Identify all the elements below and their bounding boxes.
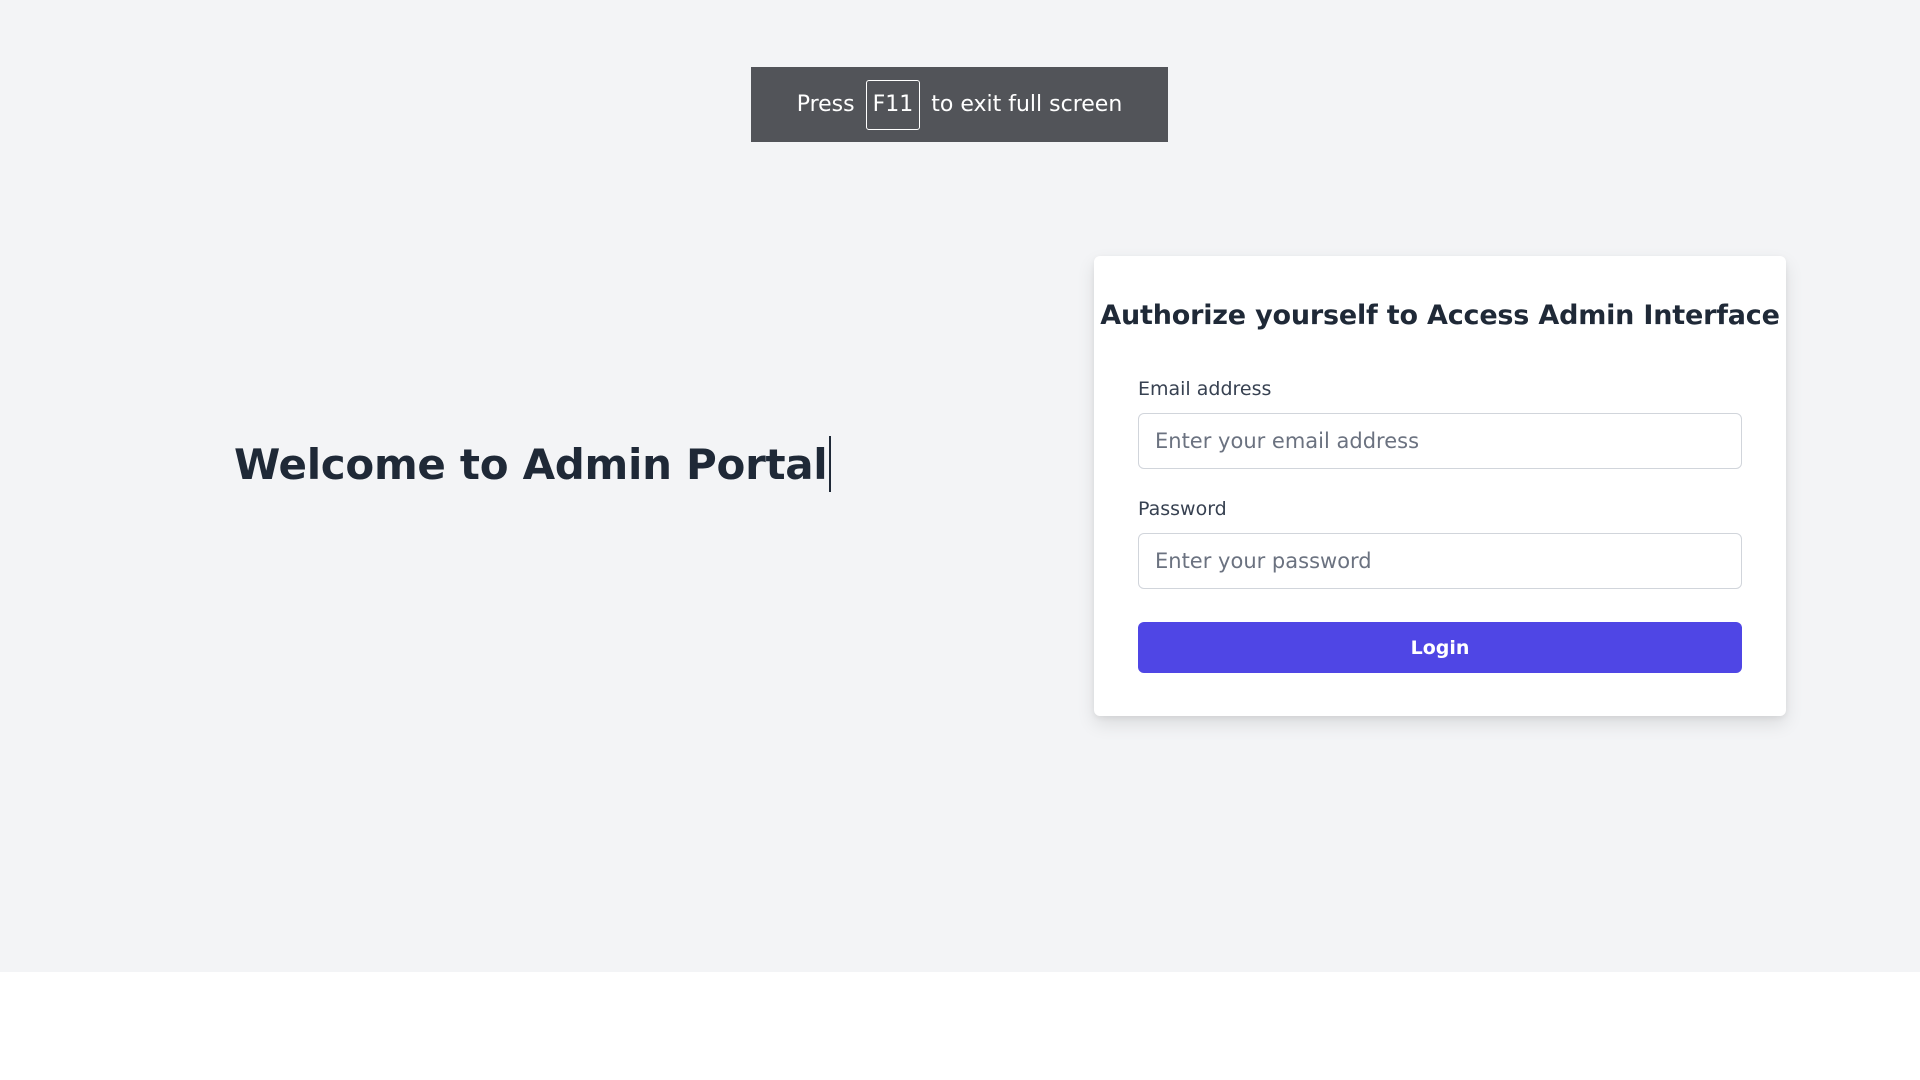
text-caret bbox=[829, 436, 832, 492]
fullscreen-exit-notice: Press F11 to exit full screen bbox=[751, 67, 1168, 142]
login-card: Authorize yourself to Access Admin Inter… bbox=[1094, 256, 1786, 716]
fullscreen-notice-suffix: to exit full screen bbox=[931, 92, 1123, 117]
fullscreen-notice-prefix: Press bbox=[796, 92, 855, 117]
email-label: Email address bbox=[1138, 378, 1272, 400]
page: Press F11 to exit full screen Welcome to… bbox=[0, 0, 1920, 1080]
email-input[interactable] bbox=[1138, 413, 1742, 469]
welcome-heading: Welcome to Admin Portal bbox=[234, 439, 828, 489]
login-button[interactable]: Login bbox=[1138, 622, 1742, 673]
f11-key-badge: F11 bbox=[865, 79, 921, 130]
login-card-title: Authorize yourself to Access Admin Inter… bbox=[1100, 300, 1780, 331]
password-label: Password bbox=[1138, 498, 1227, 520]
password-input[interactable] bbox=[1138, 533, 1742, 589]
page-background: Press F11 to exit full screen Welcome to… bbox=[0, 0, 1920, 972]
welcome-heading-wrapper: Welcome to Admin Portal bbox=[234, 436, 832, 492]
